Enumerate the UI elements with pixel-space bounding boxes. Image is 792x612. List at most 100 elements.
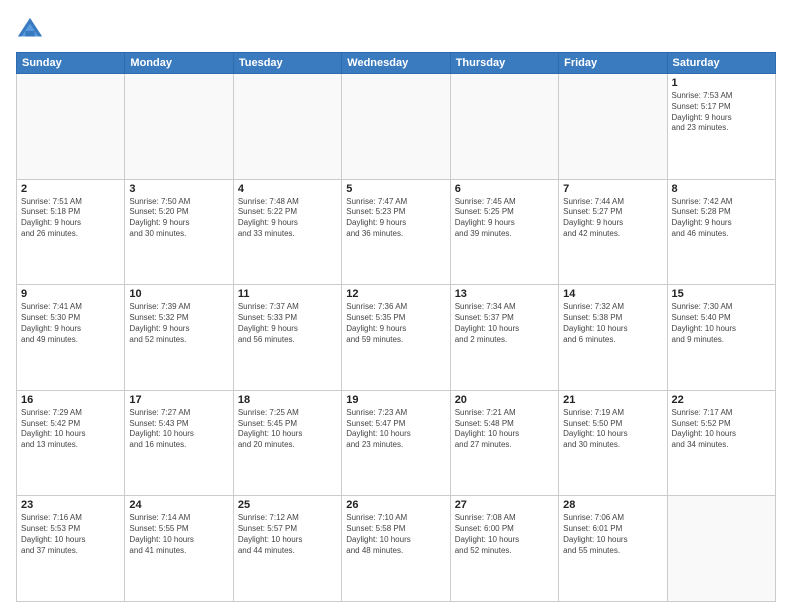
day-number: 22 [672,394,771,406]
day-number: 12 [346,288,445,300]
day-number: 9 [21,288,120,300]
day-number: 3 [129,183,228,195]
day-number: 6 [455,183,554,195]
day-info: Sunrise: 7:44 AM Sunset: 5:27 PM Dayligh… [563,197,662,240]
day-number: 25 [238,499,337,511]
day-number: 1 [672,77,771,89]
calendar-week-row: 1 Sunrise: 7:53 AM Sunset: 5:17 PM Daylig… [17,74,776,180]
day-info: Sunrise: 7:25 AM Sunset: 5:45 PM Dayligh… [238,408,337,451]
day-info: Sunrise: 7:45 AM Sunset: 5:25 PM Dayligh… [455,197,554,240]
day-info: Sunrise: 7:23 AM Sunset: 5:47 PM Dayligh… [346,408,445,451]
day-number: 5 [346,183,445,195]
day-info: Sunrise: 7:47 AM Sunset: 5:23 PM Dayligh… [346,197,445,240]
logo [16,16,48,44]
calendar-cell: 24 Sunrise: 7:14 AM Sunset: 5:55 PM Dayli… [125,496,233,602]
day-number: 15 [672,288,771,300]
calendar-cell: 11 Sunrise: 7:37 AM Sunset: 5:33 PM Dayli… [233,285,341,391]
day-number: 4 [238,183,337,195]
day-info: Sunrise: 7:48 AM Sunset: 5:22 PM Dayligh… [238,197,337,240]
day-number: 28 [563,499,662,511]
calendar-cell: 14 Sunrise: 7:32 AM Sunset: 5:38 PM Dayli… [559,285,667,391]
day-info: Sunrise: 7:27 AM Sunset: 5:43 PM Dayligh… [129,408,228,451]
day-number: 7 [563,183,662,195]
day-info: Sunrise: 7:41 AM Sunset: 5:30 PM Dayligh… [21,302,120,345]
calendar-cell: 13 Sunrise: 7:34 AM Sunset: 5:37 PM Dayli… [450,285,558,391]
calendar-week-row: 2 Sunrise: 7:51 AM Sunset: 5:18 PM Daylig… [17,179,776,285]
calendar-cell: 2 Sunrise: 7:51 AM Sunset: 5:18 PM Daylig… [17,179,125,285]
calendar-cell: 12 Sunrise: 7:36 AM Sunset: 5:35 PM Dayli… [342,285,450,391]
calendar-header-monday: Monday [125,53,233,74]
header [16,16,776,44]
day-info: Sunrise: 7:51 AM Sunset: 5:18 PM Dayligh… [21,197,120,240]
day-number: 19 [346,394,445,406]
calendar-cell [17,74,125,180]
calendar-cell: 1 Sunrise: 7:53 AM Sunset: 5:17 PM Daylig… [667,74,775,180]
calendar-cell [342,74,450,180]
calendar-cell: 18 Sunrise: 7:25 AM Sunset: 5:45 PM Dayli… [233,390,341,496]
calendar-cell: 23 Sunrise: 7:16 AM Sunset: 5:53 PM Dayli… [17,496,125,602]
day-info: Sunrise: 7:14 AM Sunset: 5:55 PM Dayligh… [129,513,228,556]
day-info: Sunrise: 7:53 AM Sunset: 5:17 PM Dayligh… [672,91,771,134]
day-info: Sunrise: 7:50 AM Sunset: 5:20 PM Dayligh… [129,197,228,240]
day-info: Sunrise: 7:34 AM Sunset: 5:37 PM Dayligh… [455,302,554,345]
calendar-cell: 8 Sunrise: 7:42 AM Sunset: 5:28 PM Daylig… [667,179,775,285]
day-info: Sunrise: 7:29 AM Sunset: 5:42 PM Dayligh… [21,408,120,451]
day-number: 13 [455,288,554,300]
calendar-week-row: 16 Sunrise: 7:29 AM Sunset: 5:42 PM Dayli… [17,390,776,496]
calendar-cell [450,74,558,180]
calendar-cell: 7 Sunrise: 7:44 AM Sunset: 5:27 PM Daylig… [559,179,667,285]
calendar-cell: 22 Sunrise: 7:17 AM Sunset: 5:52 PM Dayli… [667,390,775,496]
day-info: Sunrise: 7:37 AM Sunset: 5:33 PM Dayligh… [238,302,337,345]
day-number: 10 [129,288,228,300]
calendar-cell: 21Sunrise: 7:19 AM Sunset: 5:50 PM Dayli… [559,390,667,496]
calendar-cell: 20Sunrise: 7:21 AM Sunset: 5:48 PM Dayli… [450,390,558,496]
calendar-cell: 28 Sunrise: 7:06 AM Sunset: 6:01 PM Dayli… [559,496,667,602]
day-info: Sunrise: 7:42 AM Sunset: 5:28 PM Dayligh… [672,197,771,240]
day-number: 16 [21,394,120,406]
calendar: SundayMondayTuesdayWednesdayThursdayFrid… [16,52,776,602]
calendar-cell: 4 Sunrise: 7:48 AM Sunset: 5:22 PM Daylig… [233,179,341,285]
day-info: Sunrise: 7:36 AM Sunset: 5:35 PM Dayligh… [346,302,445,345]
day-info: Sunrise: 7:10 AM Sunset: 5:58 PM Dayligh… [346,513,445,556]
day-number: 17 [129,394,228,406]
day-info: Sunrise: 7:06 AM Sunset: 6:01 PM Dayligh… [563,513,662,556]
calendar-cell: 26 Sunrise: 7:10 AM Sunset: 5:58 PM Dayli… [342,496,450,602]
calendar-cell: 25 Sunrise: 7:12 AM Sunset: 5:57 PM Dayli… [233,496,341,602]
calendar-week-row: 9 Sunrise: 7:41 AM Sunset: 5:30 PM Daylig… [17,285,776,391]
day-info: Sunrise: 7:08 AM Sunset: 6:00 PM Dayligh… [455,513,554,556]
calendar-cell: 6 Sunrise: 7:45 AM Sunset: 5:25 PM Daylig… [450,179,558,285]
day-number: 26 [346,499,445,511]
calendar-cell [233,74,341,180]
day-number: 21 [563,394,662,406]
calendar-header-wednesday: Wednesday [342,53,450,74]
day-info: Sunrise: 7:32 AM Sunset: 5:38 PM Dayligh… [563,302,662,345]
day-info: Sunrise: 7:17 AM Sunset: 5:52 PM Dayligh… [672,408,771,451]
calendar-cell: 3 Sunrise: 7:50 AM Sunset: 5:20 PM Daylig… [125,179,233,285]
calendar-cell: 10Sunrise: 7:39 AM Sunset: 5:32 PM Dayli… [125,285,233,391]
calendar-cell [667,496,775,602]
day-info: Sunrise: 7:12 AM Sunset: 5:57 PM Dayligh… [238,513,337,556]
calendar-week-row: 23 Sunrise: 7:16 AM Sunset: 5:53 PM Dayli… [17,496,776,602]
day-info: Sunrise: 7:16 AM Sunset: 5:53 PM Dayligh… [21,513,120,556]
calendar-header-row: SundayMondayTuesdayWednesdayThursdayFrid… [17,53,776,74]
day-number: 20 [455,394,554,406]
calendar-header-saturday: Saturday [667,53,775,74]
day-number: 23 [21,499,120,511]
day-number: 8 [672,183,771,195]
calendar-cell [125,74,233,180]
day-number: 11 [238,288,337,300]
calendar-cell: 16 Sunrise: 7:29 AM Sunset: 5:42 PM Dayli… [17,390,125,496]
calendar-header-thursday: Thursday [450,53,558,74]
day-info: Sunrise: 7:30 AM Sunset: 5:40 PM Dayligh… [672,302,771,345]
calendar-header-sunday: Sunday [17,53,125,74]
logo-icon [16,16,44,44]
day-number: 27 [455,499,554,511]
calendar-cell: 5 Sunrise: 7:47 AM Sunset: 5:23 PM Daylig… [342,179,450,285]
day-number: 24 [129,499,228,511]
calendar-cell: 9 Sunrise: 7:41 AM Sunset: 5:30 PM Daylig… [17,285,125,391]
calendar-header-friday: Friday [559,53,667,74]
day-number: 18 [238,394,337,406]
day-number: 2 [21,183,120,195]
day-number: 14 [563,288,662,300]
calendar-cell [559,74,667,180]
